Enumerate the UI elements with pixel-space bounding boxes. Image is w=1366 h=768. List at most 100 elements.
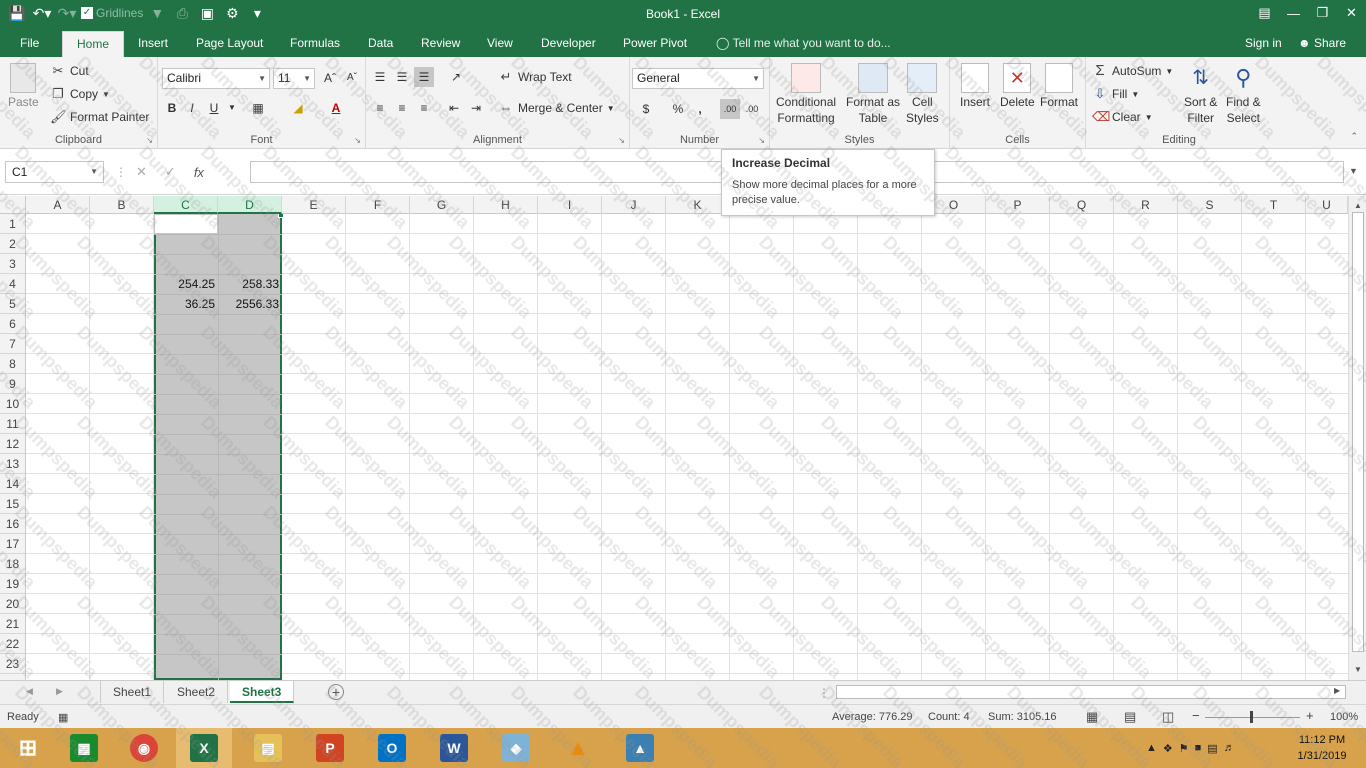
tell-me-search[interactable]: ◯ Tell me what you want to do... (716, 27, 891, 57)
scroll-up-icon[interactable]: ▲ (1352, 200, 1364, 212)
horizontal-scrollbar[interactable] (836, 685, 1346, 699)
column-header[interactable]: G (410, 196, 474, 214)
conditional-formatting-button[interactable]: Conditional Formatting (776, 63, 836, 125)
paste-button[interactable]: Paste (8, 63, 39, 109)
volume-icon[interactable]: ♬ (1224, 742, 1235, 754)
format-painter-button[interactable]: 🖌 Format Painter (50, 109, 149, 125)
column-header[interactable]: R (1114, 196, 1178, 214)
comma-button[interactable]: , (690, 99, 710, 119)
decrease-decimal-button[interactable]: .00 (742, 99, 762, 119)
row-header[interactable]: 20 (0, 594, 25, 614)
merge-center-button[interactable]: ⇔ Merge & Center ▼ (498, 100, 615, 116)
align-center-icon[interactable]: ≡ (392, 98, 412, 118)
prev-sheet-icon[interactable]: ◀ (26, 686, 33, 697)
macro-record-icon[interactable]: ▦ (58, 711, 68, 724)
column-header[interactable]: D (218, 196, 282, 214)
tab-page-layout[interactable]: Page Layout (196, 27, 263, 57)
insert-cells-button[interactable]: Insert (960, 63, 990, 109)
autosum-button[interactable]: Σ AutoSum ▼ (1092, 63, 1173, 79)
cut-button[interactable]: ✂ Cut (50, 63, 89, 79)
next-sheet-icon[interactable]: ▶ (56, 686, 63, 697)
row-header[interactable]: 6 (0, 314, 25, 334)
ribbon-display-icon[interactable]: ▤ (1250, 0, 1279, 26)
taskbar-app-excel[interactable]: X (176, 728, 232, 768)
taskbar-app-outlook[interactable]: O (364, 728, 420, 768)
fill-handle[interactable] (278, 214, 284, 218)
more-options-icon[interactable]: ⋮ (115, 165, 127, 179)
dialog-launcher-icon[interactable]: ↘ (758, 136, 765, 145)
cell-d5[interactable]: 2556.33 (218, 294, 282, 314)
align-middle-icon[interactable]: ☰ (392, 67, 412, 87)
cell-c4[interactable]: 254.25 (154, 274, 218, 294)
row-header[interactable]: 10 (0, 394, 25, 414)
share-button[interactable]: ☻ Share (1298, 27, 1346, 59)
tab-insert[interactable]: Insert (138, 27, 168, 57)
page-layout-view-icon[interactable]: ▤ (1124, 709, 1136, 725)
column-header[interactable]: T (1242, 196, 1306, 214)
format-as-table-button[interactable]: Format as Table (846, 63, 900, 125)
start-button[interactable]: ⊞ (0, 728, 56, 768)
dialog-launcher-icon[interactable]: ↘ (146, 136, 153, 145)
normal-view-icon[interactable]: ▦ (1086, 709, 1098, 725)
row-header[interactable]: 2 (0, 234, 25, 254)
vertical-scrollbar[interactable]: ▲ ▼ (1348, 196, 1366, 680)
select-all-corner[interactable] (0, 196, 26, 214)
scroll-thumb[interactable] (1352, 212, 1364, 652)
taskbar-app-powerpoint[interactable]: P (302, 728, 358, 768)
taskbar-app-store[interactable]: ▦ (56, 728, 112, 768)
column-header[interactable]: S (1178, 196, 1242, 214)
align-right-icon[interactable]: ≡ (414, 98, 434, 118)
cell-d4[interactable]: 258.33 (218, 274, 282, 294)
tab-splitter-icon[interactable]: ⋮ (818, 686, 830, 700)
row-header[interactable]: 15 (0, 494, 25, 514)
cell-c5[interactable]: 36.25 (154, 294, 218, 314)
dialog-launcher-icon[interactable]: ↘ (618, 136, 625, 145)
sheet-tab[interactable]: Sheet1 (100, 681, 165, 703)
restore-icon[interactable]: ❐ (1308, 0, 1337, 26)
tab-file[interactable]: File (20, 27, 39, 57)
expand-formula-icon[interactable]: ▼ (1349, 166, 1358, 176)
taskbar-app-explorer[interactable]: ▤ (240, 728, 296, 768)
percent-button[interactable]: % (668, 99, 688, 119)
enter-icon[interactable]: ✓ (165, 164, 176, 180)
tab-power-pivot[interactable]: Power Pivot (623, 27, 687, 57)
column-header[interactable]: A (26, 196, 90, 214)
security-icon[interactable]: ■ (1195, 742, 1202, 754)
font-name-dropdown[interactable]: Calibri ▼ (162, 68, 270, 89)
flag-icon[interactable]: ⚑ (1179, 742, 1189, 755)
bold-button[interactable]: B (162, 98, 182, 118)
add-sheet-button[interactable]: + (328, 684, 344, 700)
column-header[interactable]: B (90, 196, 154, 214)
delete-cells-button[interactable]: ✕ Delete (1000, 63, 1035, 109)
tab-data[interactable]: Data (368, 27, 393, 57)
insert-function-button[interactable]: fx (194, 165, 204, 180)
increase-font-icon[interactable]: Aˆ (320, 68, 340, 88)
column-header[interactable]: E (282, 196, 346, 214)
row-header[interactable]: 16 (0, 514, 25, 534)
taskbar-app-vlc[interactable]: ▲ (550, 728, 606, 768)
row-header[interactable]: 12 (0, 434, 25, 454)
row-header[interactable]: 3 (0, 254, 25, 274)
font-color-icon[interactable]: A (326, 98, 346, 118)
scroll-down-icon[interactable]: ▼ (1352, 664, 1364, 676)
column-header[interactable]: J (602, 196, 666, 214)
underline-button[interactable]: U (204, 98, 224, 118)
row-header[interactable]: 7 (0, 334, 25, 354)
column-header[interactable]: Q (1050, 196, 1114, 214)
sign-in-link[interactable]: Sign in (1245, 27, 1282, 59)
zoom-in-icon[interactable]: + (1306, 708, 1314, 723)
row-header[interactable]: 9 (0, 374, 25, 394)
row-header[interactable]: 19 (0, 574, 25, 594)
chevron-down-icon[interactable]: ▼ (222, 98, 242, 118)
zoom-slider-thumb[interactable] (1250, 711, 1253, 723)
format-cells-button[interactable]: Format (1040, 63, 1078, 109)
copy-button[interactable]: ❐ Copy ▼ (50, 86, 110, 102)
taskbar-app-photos[interactable]: ▲ (612, 728, 668, 768)
find-select-button[interactable]: ⚲ Find & Select (1226, 63, 1261, 125)
network-icon[interactable]: ▤ (1207, 742, 1217, 755)
row-header[interactable]: 17 (0, 534, 25, 554)
tab-formulas[interactable]: Formulas (290, 27, 340, 57)
number-format-dropdown[interactable]: General ▼ (632, 68, 764, 89)
sort-filter-button[interactable]: ⇅ Sort & Filter (1184, 63, 1217, 125)
fill-button[interactable]: ⇩ Fill ▼ (1092, 86, 1140, 102)
